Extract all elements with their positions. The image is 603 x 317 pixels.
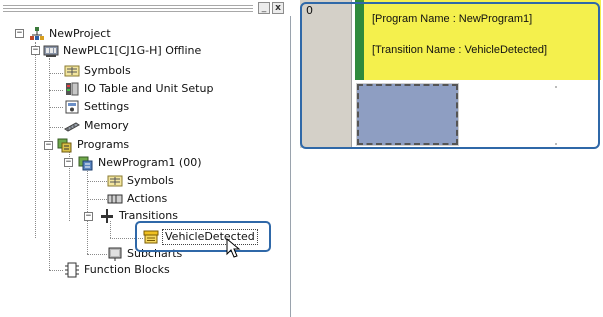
- plc-icon: [43, 45, 59, 57]
- tree-node-label: Programs: [77, 138, 130, 151]
- grip-line: [3, 8, 253, 9]
- grip-line: [3, 5, 253, 6]
- tree-node-label: Symbols: [127, 174, 174, 187]
- close-button[interactable]: x: [272, 2, 284, 14]
- tree-connector: [49, 127, 63, 128]
- collapse-toggle[interactable]: −: [31, 46, 40, 55]
- transitions-icon: [101, 209, 113, 223]
- tree-connector: [49, 270, 63, 271]
- project-tree-pane: _ x − − − − − NewProject NewPLC1[CJ1G-H]…: [0, 0, 291, 317]
- collapse-toggle[interactable]: −: [64, 158, 73, 167]
- tree-node-label: Memory: [84, 119, 129, 132]
- pane-titlebar[interactable]: _ x: [0, 0, 291, 16]
- mouse-cursor-icon: [226, 238, 241, 258]
- settings-icon: [65, 100, 79, 114]
- tree-node-label: Actions: [127, 192, 168, 205]
- grip-line: [3, 11, 253, 12]
- tree-node-label: NewProgram1 (00): [98, 156, 202, 169]
- tree-connector: [49, 90, 63, 91]
- tree-connector: [87, 181, 107, 182]
- tree-connector: [49, 73, 63, 74]
- programs-icon: [57, 138, 72, 153]
- tree-connector: [87, 254, 107, 255]
- io-table-icon: [66, 82, 79, 96]
- memory-icon: [64, 122, 80, 132]
- minimize-button[interactable]: _: [258, 2, 270, 14]
- project-icon: [30, 27, 44, 40]
- collapse-toggle[interactable]: −: [15, 29, 24, 38]
- tree-node-label: Function Blocks: [84, 263, 170, 276]
- tree-connector: [35, 42, 36, 238]
- tree-node-label: NewPLC1[CJ1G-H] Offline: [63, 44, 202, 57]
- symbols-icon: [107, 175, 123, 187]
- tree-connector: [49, 107, 63, 108]
- tree-connector: [87, 199, 107, 200]
- actions-icon: [107, 194, 123, 204]
- function-blocks-icon: [65, 262, 79, 278]
- tree-node-label: Symbols: [84, 64, 131, 77]
- tree-node-label: NewProject: [49, 27, 111, 40]
- tree-node-label: Settings: [84, 100, 130, 113]
- collapse-toggle[interactable]: −: [44, 141, 53, 150]
- collapse-toggle[interactable]: −: [84, 212, 93, 221]
- symbols-icon: [64, 65, 80, 77]
- subcharts-icon: [108, 247, 122, 261]
- highlight-callout: [300, 2, 600, 149]
- highlight-callout: [135, 221, 271, 252]
- program-icon: [78, 156, 93, 171]
- tree-node-label: IO Table and Unit Setup: [84, 82, 214, 95]
